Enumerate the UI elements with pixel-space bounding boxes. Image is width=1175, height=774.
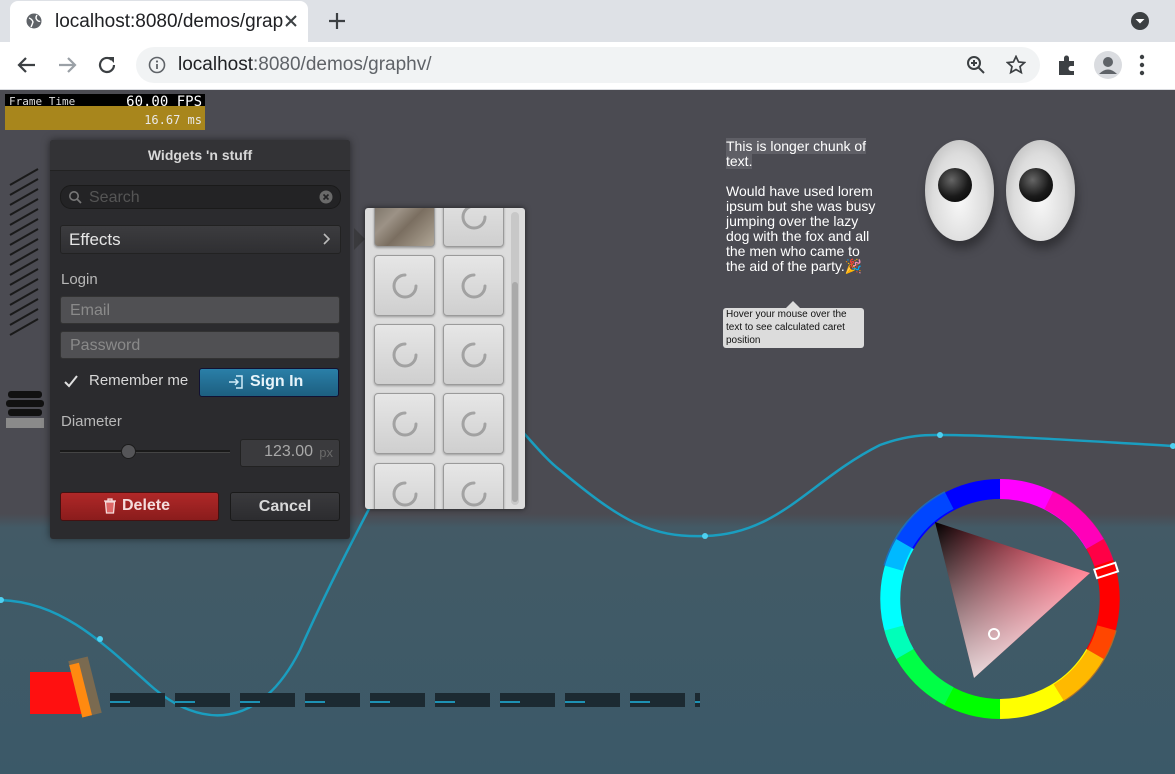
image-tile[interactable] <box>443 393 504 454</box>
tab-title: localhost:8080/demos/graphv/ <box>55 11 283 32</box>
plus-icon[interactable] <box>326 10 348 32</box>
delete-button[interactable]: Delete <box>60 492 219 521</box>
email-field[interactable] <box>60 296 340 324</box>
cancel-button[interactable]: Cancel <box>230 492 340 521</box>
diameter-unit: px <box>319 445 333 460</box>
image-tile[interactable] <box>443 463 504 509</box>
left-pupil <box>938 168 972 202</box>
login-icon <box>229 375 243 389</box>
widgets-window[interactable]: Widgets 'n stuff Effects Login Remember … <box>50 140 365 539</box>
cancel-label: Cancel <box>258 498 312 515</box>
spinner-icon <box>392 273 418 299</box>
password-field[interactable] <box>60 331 340 359</box>
browser-tab[interactable]: localhost:8080/demos/graphv/ <box>10 1 308 42</box>
caret-tooltip: Hover your mouse over the text to see ca… <box>723 301 864 348</box>
spinner-icon <box>461 481 487 507</box>
password-input[interactable] <box>68 334 332 358</box>
curve-point <box>97 636 103 642</box>
effects-dropdown[interactable]: Effects <box>60 225 341 254</box>
diameter-label: Diameter <box>61 413 122 430</box>
curve-point <box>937 432 943 438</box>
right-pupil <box>1019 168 1053 202</box>
image-tile[interactable] <box>374 208 435 247</box>
zoom-icon[interactable] <box>966 55 986 75</box>
puzzle-icon[interactable] <box>1056 54 1078 76</box>
right-eye <box>1006 140 1075 241</box>
image-panel[interactable] <box>365 208 525 509</box>
curve-point <box>702 533 708 539</box>
info-icon[interactable] <box>148 56 166 74</box>
spinner-icon <box>392 411 418 437</box>
window-title: Widgets 'n stuff <box>147 147 253 163</box>
diameter-value: 123.00 <box>264 443 313 460</box>
fps-value: 60.00 FPS <box>126 94 202 110</box>
spinner-icon <box>461 208 487 230</box>
scrollbar-thumb[interactable] <box>512 282 518 502</box>
profile-icon[interactable] <box>1094 51 1122 79</box>
spinner-icon <box>461 411 487 437</box>
window-titlebar[interactable]: Widgets 'n stuff <box>50 140 350 171</box>
spinner-icon <box>392 342 418 368</box>
spinner-icon <box>461 273 487 299</box>
stack-icon <box>6 391 44 428</box>
image-tile[interactable] <box>374 324 435 385</box>
text-paragraph-1: This is longer chunk of text. <box>726 138 867 169</box>
spinner-icon <box>392 481 418 507</box>
search-input[interactable] <box>87 187 311 209</box>
url-text: localhost:8080/demos/graphv/ <box>178 54 432 75</box>
image-tile[interactable] <box>374 463 435 509</box>
delete-label: Delete <box>122 497 171 514</box>
ms-value: 16.67 ms <box>144 113 202 127</box>
diameter-slider-knob[interactable] <box>121 444 136 459</box>
login-label: Login <box>61 271 98 288</box>
trash-icon <box>104 498 116 514</box>
remember-checkbox[interactable] <box>62 373 80 391</box>
popup-arrow <box>354 228 365 250</box>
image-tile[interactable] <box>443 208 504 247</box>
chevron-down-icon[interactable] <box>1130 11 1150 31</box>
diameter-input[interactable]: 123.00 px <box>240 439 340 467</box>
clear-icon[interactable] <box>319 190 333 204</box>
close-icon[interactable] <box>282 12 300 30</box>
image-tile[interactable] <box>374 393 435 454</box>
image-tile[interactable] <box>443 255 504 316</box>
browser-toolbar: localhost:8080/demos/graphv/ <box>0 42 1175 90</box>
demo-canvas[interactable]: Frame Time 60.00 FPS 16.67 ms Widgets 'n… <box>0 90 1175 774</box>
diameter-slider[interactable] <box>60 450 230 453</box>
spinner-icon <box>461 342 487 368</box>
sign-in-button[interactable]: Sign In <box>199 368 339 397</box>
search-icon <box>69 191 82 204</box>
reload-icon[interactable] <box>95 53 119 77</box>
sign-in-label: Sign In <box>250 373 304 390</box>
email-input[interactable] <box>68 299 332 323</box>
color-wheel[interactable] <box>879 478 1121 720</box>
text-paragraph-2: Would have used lorem ipsum but she was … <box>726 183 876 274</box>
search-box[interactable] <box>60 185 341 209</box>
image-tile[interactable] <box>443 324 504 385</box>
browser-tab-bar: localhost:8080/demos/graphv/ <box>0 0 1175 42</box>
frame-time-label: Frame Time <box>9 95 76 108</box>
image-panel-scrollbar[interactable] <box>511 212 519 505</box>
globe-icon <box>26 13 42 29</box>
chevron-right-icon <box>323 233 331 245</box>
frame-time-graph: Frame Time 60.00 FPS 16.67 ms <box>5 94 205 130</box>
effects-label: Effects <box>69 230 121 249</box>
left-eye <box>925 140 994 241</box>
forward-icon[interactable] <box>55 53 79 77</box>
address-bar[interactable]: localhost:8080/demos/graphv/ <box>136 47 1040 83</box>
kebab-icon[interactable] <box>1138 54 1146 76</box>
image-tile[interactable] <box>374 255 435 316</box>
star-icon[interactable] <box>1006 55 1026 75</box>
dashed-line <box>110 693 700 707</box>
back-icon[interactable] <box>15 53 39 77</box>
remember-label[interactable]: Remember me <box>89 372 188 389</box>
text-block[interactable]: This is longer chunk of text. Would have… <box>726 138 876 274</box>
hatch-lines <box>9 168 39 336</box>
